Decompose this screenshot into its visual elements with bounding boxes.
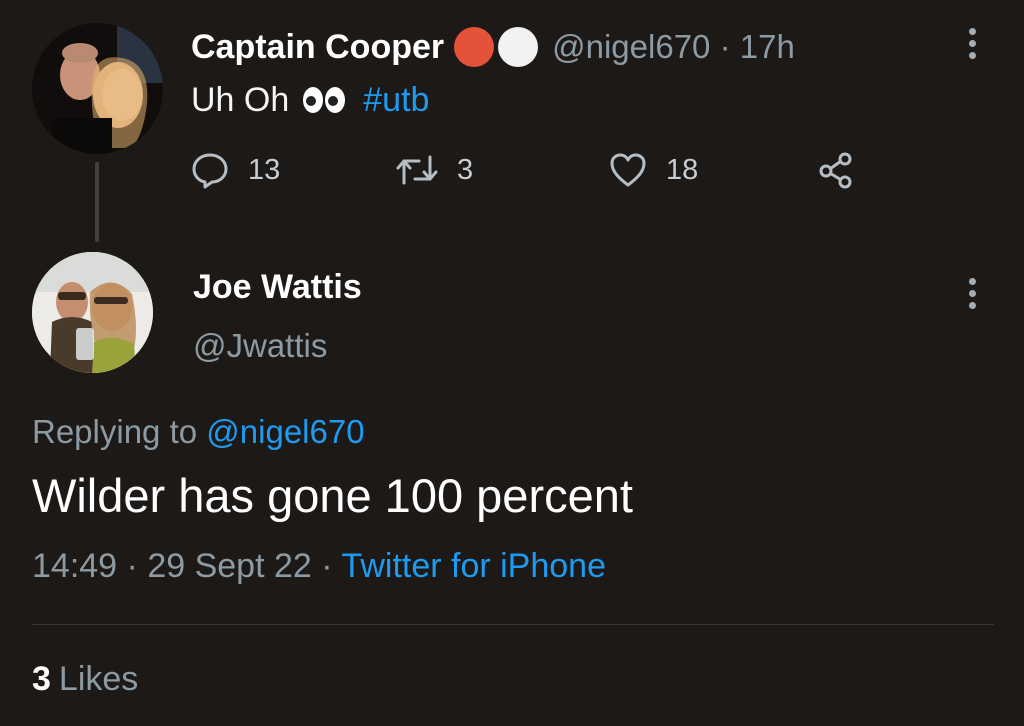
replying-prefix: Replying to: [32, 413, 198, 450]
reply-tweet-text: Wilder has gone 100 percent: [32, 469, 633, 522]
reply-avatar[interactable]: [32, 252, 153, 373]
parent-display-name[interactable]: Captain Cooper: [191, 28, 444, 67]
more-options-icon[interactable]: [967, 28, 977, 59]
reply-button[interactable]: 13: [190, 145, 280, 195]
eyes-emoji-icon: [303, 87, 347, 113]
parent-tweet-actions: 13 3 18: [190, 145, 870, 195]
likes-label: Likes: [58, 660, 139, 698]
replying-to-mention[interactable]: @nigel670: [206, 413, 364, 450]
meta-separator: ·: [126, 547, 138, 585]
meta-separator: ·: [719, 28, 731, 65]
meta-separator: ·: [321, 547, 333, 585]
replying-to-line: Replying to @nigel670: [32, 413, 365, 451]
retweet-button[interactable]: 3: [395, 145, 473, 195]
retweet-icon: [396, 155, 438, 185]
reply-icon: [192, 153, 228, 189]
parent-tweet-header: Captain Cooper @nigel670 · 17h: [191, 24, 795, 70]
like-count: 18: [666, 153, 699, 186]
parent-text: Uh Oh: [191, 80, 290, 119]
tweet-source-link[interactable]: Twitter for iPhone: [341, 547, 606, 585]
red-circle-icon: [454, 27, 495, 67]
retweet-count: 3: [457, 153, 474, 186]
thread-connector-line: [95, 162, 99, 242]
parent-handle[interactable]: @nigel670: [552, 28, 710, 65]
tweet-date[interactable]: 29 Sept 22: [147, 547, 311, 585]
likes-count: 3: [32, 660, 51, 698]
reply-tweet-meta: 14:49 · 29 Sept 22 · Twitter for iPhone: [32, 547, 606, 586]
reply-display-name[interactable]: Joe Wattis: [193, 268, 362, 307]
share-icon: [819, 152, 852, 189]
tweet-time[interactable]: 14:49: [32, 547, 117, 585]
more-options-icon[interactable]: [967, 278, 977, 309]
hashtag-link[interactable]: #utb: [363, 81, 429, 120]
reply-handle[interactable]: @Jwattis: [193, 327, 327, 365]
parent-timestamp[interactable]: 17h: [740, 28, 795, 65]
white-circle-icon: [498, 27, 539, 67]
reply-count: 13: [248, 153, 281, 186]
parent-tweet-text: Uh Oh #utb: [191, 78, 429, 122]
heart-icon: [610, 153, 646, 187]
like-button[interactable]: 18: [608, 145, 698, 195]
share-button[interactable]: [816, 145, 856, 195]
divider: [32, 624, 994, 625]
parent-avatar[interactable]: [32, 23, 163, 154]
likes-summary[interactable]: 3 Likes: [32, 660, 138, 699]
tweet-thread-view: Captain Cooper @nigel670 · 17h Uh Oh #ut…: [0, 0, 1024, 726]
parent-avatar-image: [32, 23, 163, 154]
parent-handle-time: @nigel670 · 17h: [552, 28, 795, 66]
reply-avatar-image: [32, 252, 153, 373]
